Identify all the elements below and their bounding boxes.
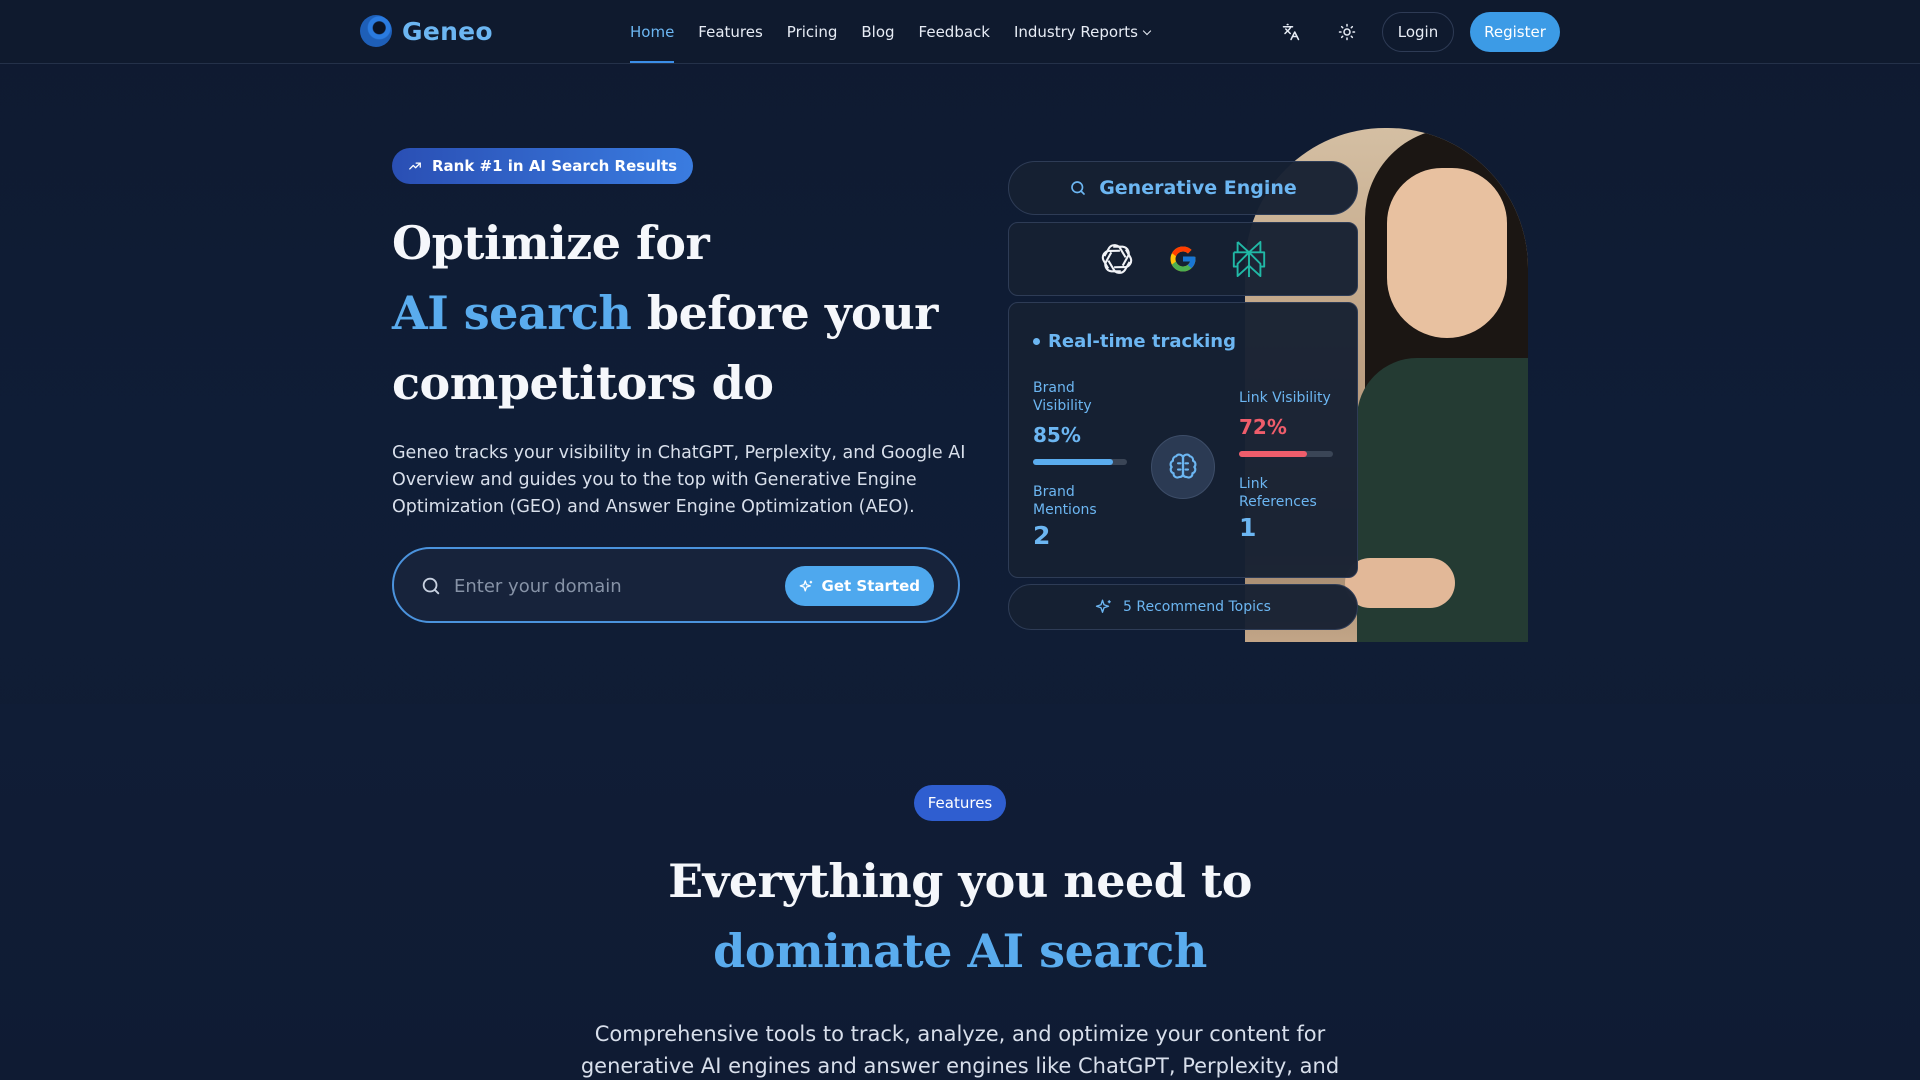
search-icon [1071,181,1086,195]
brain-icon [1151,435,1215,499]
logo[interactable]: Geneo [360,15,493,47]
rank-badge: Rank #1 in AI Search Results [392,148,694,184]
logo-icon [360,15,392,47]
brand-mentions-label: Brand Mentions [1033,484,1097,518]
recommend-topics-label: 5 Recommend Topics [1123,599,1271,615]
link-references-label: Link References [1239,476,1317,510]
engine-logos [1008,222,1358,296]
features-title-line1: Everything you need to [668,854,1252,908]
link-visibility-value: 72% [1239,415,1287,439]
nav-pricing[interactable]: Pricing [787,0,838,64]
sparkles-icon [1095,599,1111,613]
hero-title: Optimize for AI search before your compe… [392,208,952,418]
nav-industry-reports-label: Industry Reports [1013,23,1138,41]
domain-search-box: Get Started [392,547,960,623]
link-visibility-bar-fill [1239,451,1307,457]
sun-icon[interactable] [1335,20,1359,44]
photo-hand [1345,558,1455,608]
hero-title-line2: AI search before your [392,278,952,348]
link-visibility-label: Link Visibility [1239,390,1331,406]
brand-name: Geneo [402,16,493,46]
brand-visibility-bar [1033,459,1127,465]
get-started-label: Get Started [821,577,920,595]
photo-face [1387,168,1507,338]
features-description: Comprehensive tools to track, analyze, a… [580,1022,1340,1078]
google-icon [1170,246,1196,272]
nav-blog[interactable]: Blog [861,0,894,64]
nav-industry-reports[interactable]: Industry Reports [1013,0,1152,64]
tracking-card: Real-time tracking Brand Visibility 85% … [1008,302,1358,578]
generative-engine-label: Generative Engine [1099,177,1297,199]
hero-title-accent: AI search [392,286,632,340]
brand-mentions-value: 2 [1033,521,1051,550]
nav-features[interactable]: Features [698,0,763,64]
nav-home[interactable]: Home [630,0,675,64]
chevron-down-icon [1142,26,1152,36]
trending-up-icon [409,162,421,170]
chatgpt-icon [1101,244,1133,274]
hero-description: Geneo tracks your visibility in ChatGPT,… [392,443,966,517]
get-started-button[interactable]: Get Started [784,566,934,606]
search-icon [422,577,440,595]
tracking-title: Real-time tracking [1033,331,1236,352]
nav-feedback[interactable]: Feedback [919,0,990,64]
top-navbar: Geneo Home Features Pricing Blog Feedbac… [0,0,1920,64]
brand-visibility-value: 85% [1033,423,1081,447]
features-title-accent: dominate AI search [713,924,1207,978]
rank-badge-label: Rank #1 in AI Search Results [432,157,678,175]
language-icon[interactable] [1279,20,1303,44]
link-references-value: 1 [1239,513,1257,542]
nav-links: Home Features Pricing Blog Feedback Indu… [630,0,1174,64]
features-badge: Features [914,785,1006,821]
generative-engine-pill: Generative Engine [1008,161,1358,215]
hero-title-line2-rest: before your [631,286,939,340]
recommend-topics-pill[interactable]: 5 Recommend Topics [1008,584,1358,630]
features-title: Everything you need to dominate AI searc… [560,846,1360,986]
hero-title-line1: Optimize for [392,216,710,270]
perplexity-icon [1232,240,1266,278]
login-button[interactable]: Login [1382,12,1454,52]
hero-title-line3: competitors do [392,356,774,410]
brand-visibility-bar-fill [1033,459,1113,465]
domain-input[interactable] [454,567,784,605]
sparkles-icon [799,579,812,591]
link-visibility-bar [1239,451,1333,457]
register-button[interactable]: Register [1470,12,1560,52]
brand-visibility-label: Brand Visibility [1033,380,1092,414]
tracking-title-label: Real-time tracking [1048,331,1236,352]
live-dot-icon [1033,338,1040,345]
